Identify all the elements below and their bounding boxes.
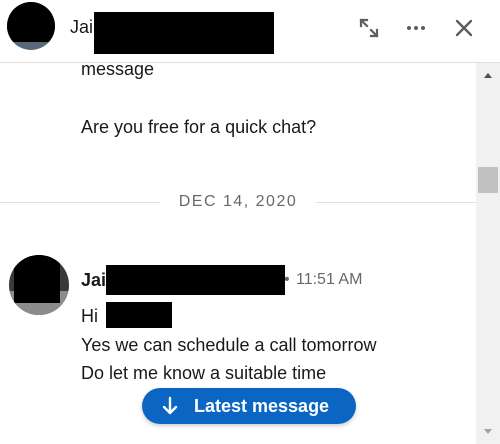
more-options-button[interactable] xyxy=(400,12,432,44)
expand-icon xyxy=(359,18,379,38)
participant-avatar[interactable] xyxy=(7,2,55,50)
scrollbar-thumb[interactable] xyxy=(478,167,498,193)
message-timestamp: 11:51 AM xyxy=(296,271,363,288)
message-text: Hi xyxy=(81,306,98,326)
participant-name[interactable]: Jai xyxy=(70,16,93,38)
message-list[interactable]: message Are you free for a quick chat? D… xyxy=(0,63,500,444)
divider-line xyxy=(316,202,476,203)
caret-down-icon xyxy=(484,429,492,434)
date-divider-label: DEC 14, 2020 xyxy=(178,193,298,210)
conversation-header: Jai xyxy=(0,0,500,63)
latest-message-button[interactable]: Latest message xyxy=(142,388,356,424)
redaction-block xyxy=(7,2,55,42)
redaction-block xyxy=(94,12,274,54)
caret-up-icon xyxy=(484,73,492,78)
expand-button[interactable] xyxy=(353,12,385,44)
scroll-down-button[interactable] xyxy=(476,420,500,444)
redaction-block xyxy=(106,302,172,328)
divider-line xyxy=(0,202,160,203)
sender-name[interactable]: Jai xyxy=(81,266,106,294)
arrow-down-icon xyxy=(159,395,181,417)
redaction-block xyxy=(106,265,285,295)
close-icon xyxy=(455,19,473,37)
redaction-block xyxy=(14,255,60,303)
more-options-icon xyxy=(407,26,425,30)
latest-message-label: Latest message xyxy=(194,396,330,416)
message-text: message xyxy=(81,63,155,79)
time-separator: • xyxy=(284,271,290,288)
close-button[interactable] xyxy=(448,12,480,44)
scrollbar[interactable] xyxy=(476,63,500,444)
message-text: Yes we can schedule a call tomorrow xyxy=(81,335,377,355)
message-text: Do let me know a suitable time xyxy=(81,363,327,383)
date-divider: DEC 14, 2020 xyxy=(0,188,476,216)
scroll-up-button[interactable] xyxy=(476,63,500,87)
message-text: Are you free for a quick chat? xyxy=(81,117,317,137)
sender-avatar[interactable] xyxy=(9,255,69,315)
